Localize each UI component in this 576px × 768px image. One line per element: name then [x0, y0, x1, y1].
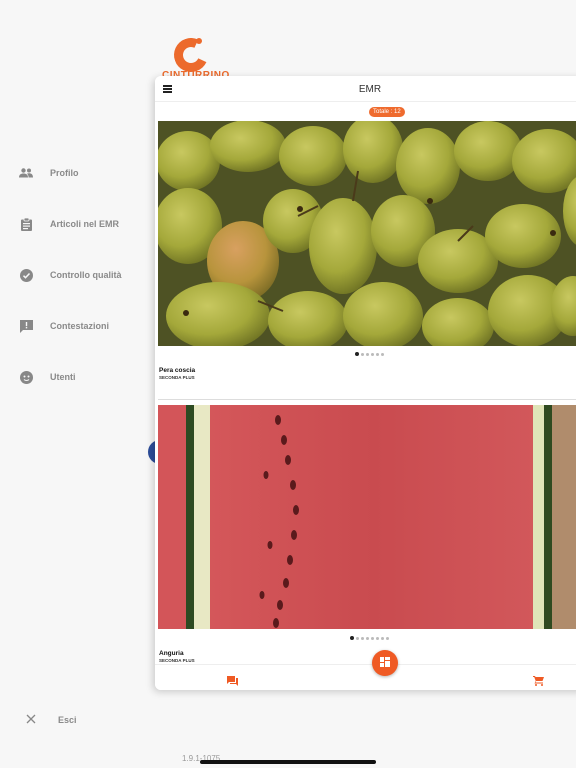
dashboard-button[interactable]	[372, 650, 398, 676]
close-icon	[26, 711, 36, 729]
alert-message-icon	[18, 318, 34, 334]
product-name: Pera coscia	[159, 367, 196, 374]
bottom-nav	[155, 664, 576, 690]
total-badge: Totale : 12	[369, 107, 405, 117]
brand-logo: CINTURRINO	[160, 33, 230, 80]
sidebar-item-controllo[interactable]: Controllo qualità	[18, 263, 158, 287]
people-icon	[18, 165, 34, 181]
clipboard-icon	[18, 216, 34, 232]
sidebar-item-label: Contestazioni	[50, 321, 110, 331]
sidebar-item-label: Profilo	[50, 168, 79, 178]
home-indicator	[200, 760, 376, 764]
logout-button[interactable]: Esci	[26, 712, 146, 728]
logo-dot	[188, 38, 194, 44]
product-name: Anguria	[159, 650, 184, 657]
watermelon-photo	[158, 405, 576, 629]
carousel-dots[interactable]	[158, 352, 576, 356]
cart-icon[interactable]	[533, 673, 544, 690]
check-circle-icon	[18, 267, 34, 283]
page-title: EMR	[358, 84, 382, 95]
top-app-bar: EMR	[155, 76, 576, 102]
sidebar-item-contestazioni[interactable]: Contestazioni	[18, 314, 158, 338]
sidebar-item-label: Articoli nel EMR	[50, 219, 120, 229]
product-grade: SECONDA PLUS	[159, 375, 195, 380]
logo-dot	[196, 38, 202, 44]
sidebar-item-utenti[interactable]: Utenti	[18, 365, 158, 389]
product-card[interactable]: Pera coscia SECONDA PLUS	[158, 121, 576, 400]
product-grade: SECONDA PLUS	[159, 658, 195, 663]
sidebar-item-label: Controllo qualità	[50, 270, 122, 280]
sidebar-item-profilo[interactable]: Profilo	[18, 161, 158, 185]
chat-icon[interactable]	[227, 673, 238, 690]
face-icon	[18, 369, 34, 385]
sidebar-item-articoli[interactable]: Articoli nel EMR	[18, 212, 158, 236]
dashboard-icon	[380, 654, 390, 672]
product-card[interactable]: Anguria SECONDA PLUS	[158, 405, 576, 667]
logout-label: Esci	[58, 715, 77, 725]
main-panel: EMR Totale : 12 Pera coscia SECONDA PLUS…	[155, 76, 576, 690]
sidebar-item-label: Utenti	[50, 372, 76, 382]
carousel-dots[interactable]	[158, 636, 576, 640]
pears-photo	[158, 121, 576, 346]
